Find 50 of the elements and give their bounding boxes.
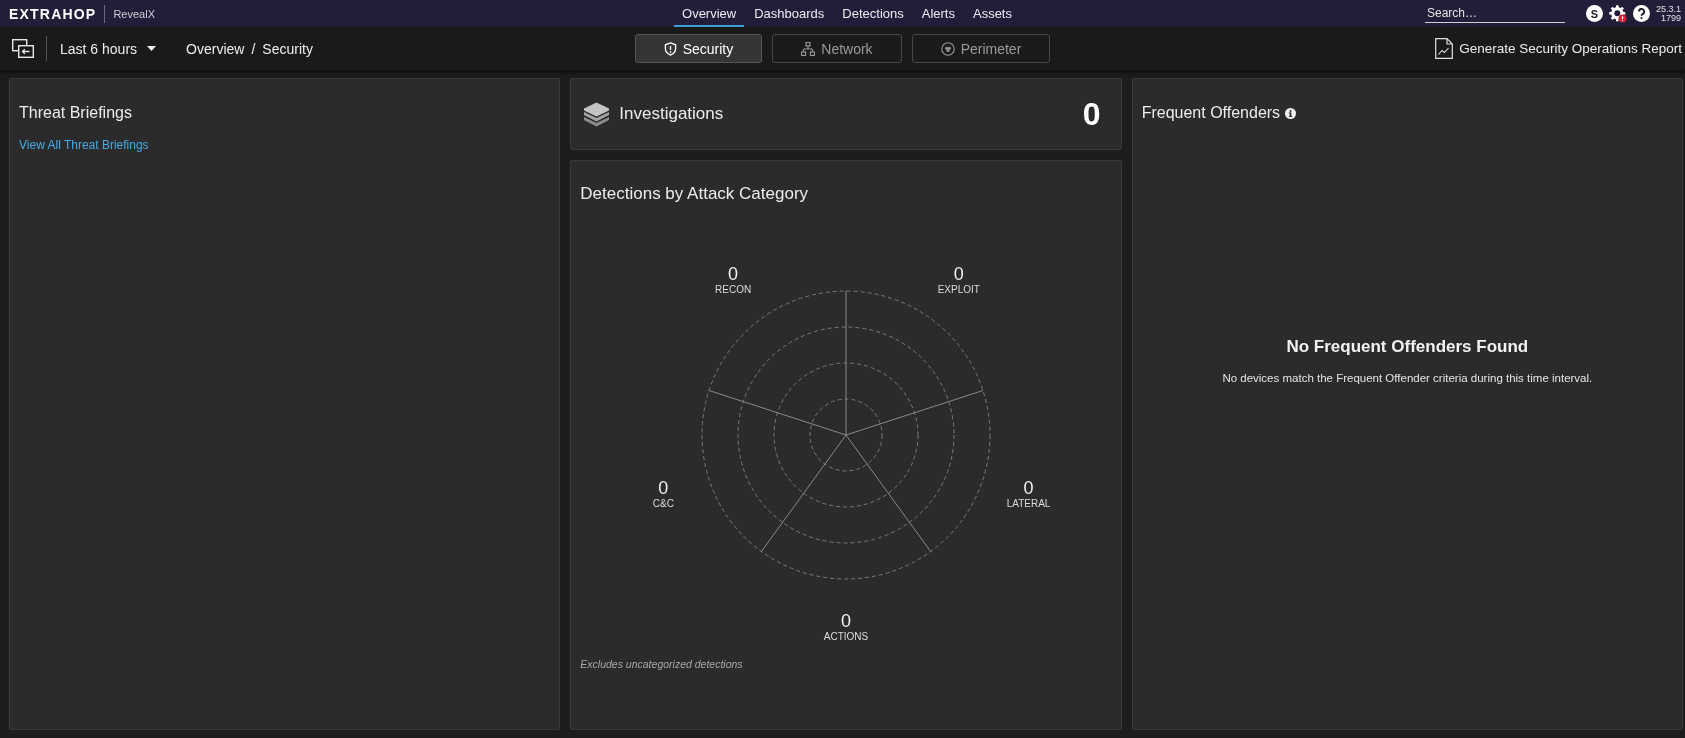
chart-footnote: Excludes uncategorized detections: [580, 658, 744, 670]
version-number: 25.3.1: [1655, 4, 1681, 14]
empty-state-message: No devices match the Frequent Offender criteria during this time interval.: [1222, 372, 1593, 384]
empty-state-title: No Frequent Offenders Found: [1286, 337, 1529, 357]
panel-title: Threat Briefings: [19, 103, 133, 123]
category-count: 0: [1023, 478, 1034, 498]
help-icon: [1632, 5, 1650, 22]
settings-icon: [1608, 4, 1627, 23]
panel-title: Detections by Attack Category: [580, 184, 810, 204]
report-button[interactable]: Generate Security Operations Report: [1435, 38, 1682, 59]
nav-tab[interactable]: Alerts: [913, 0, 963, 27]
build-number: 1799: [1660, 13, 1681, 23]
category-count: 0: [728, 264, 739, 284]
category-label: C&C: [652, 497, 674, 510]
info-icon[interactable]: [1285, 107, 1297, 119]
time-range-dropdown[interactable]: Last 6 hours: [60, 40, 157, 57]
caret-icon: [147, 46, 157, 51]
settings-button[interactable]: [1608, 4, 1627, 23]
shield-alert-icon: [663, 41, 677, 56]
panel-title: Investigations: [619, 104, 724, 124]
nav-tab[interactable]: Detections: [834, 0, 912, 27]
breadcrumb-link[interactable]: Overview: [186, 40, 245, 57]
windows-arrow-icon: [12, 39, 34, 58]
layers-icon: [583, 101, 611, 127]
view-tab[interactable]: Network: [772, 34, 902, 63]
category-count: 0: [658, 478, 669, 498]
breadcrumb-separator: /: [251, 40, 256, 57]
network-icon: [801, 41, 816, 56]
panel-title: Frequent Offenders: [1141, 103, 1281, 123]
brand-logo[interactable]: EXTRAHOP: [9, 5, 97, 22]
category-label: LATERAL: [1006, 497, 1051, 510]
product-name: RevealX: [113, 7, 155, 20]
view-tab[interactable]: Perimeter: [911, 34, 1051, 63]
document-chart-icon: [1435, 38, 1454, 59]
help-button[interactable]: [1632, 5, 1650, 22]
search-field[interactable]: Search…: [1424, 4, 1565, 23]
category-label: RECON: [715, 283, 752, 296]
user-avatar[interactable]: S: [1585, 5, 1603, 22]
view-tab[interactable]: Security: [634, 34, 763, 63]
nav-tab[interactable]: Dashboards: [746, 0, 833, 27]
category-label: EXPLOIT: [937, 283, 980, 296]
investigations-count: 0: [1082, 95, 1101, 133]
category-count: 0: [841, 611, 851, 631]
nav-tab[interactable]: Assets: [964, 0, 1020, 27]
breadcrumb-current: Security: [262, 40, 313, 57]
category-label: ACTIONS: [823, 630, 869, 643]
category-count: 0: [953, 264, 964, 284]
view-all-link[interactable]: View All Threat Briefings: [19, 138, 149, 152]
ring-dot-icon: [940, 41, 955, 56]
panel-toggle-button[interactable]: [12, 39, 34, 58]
